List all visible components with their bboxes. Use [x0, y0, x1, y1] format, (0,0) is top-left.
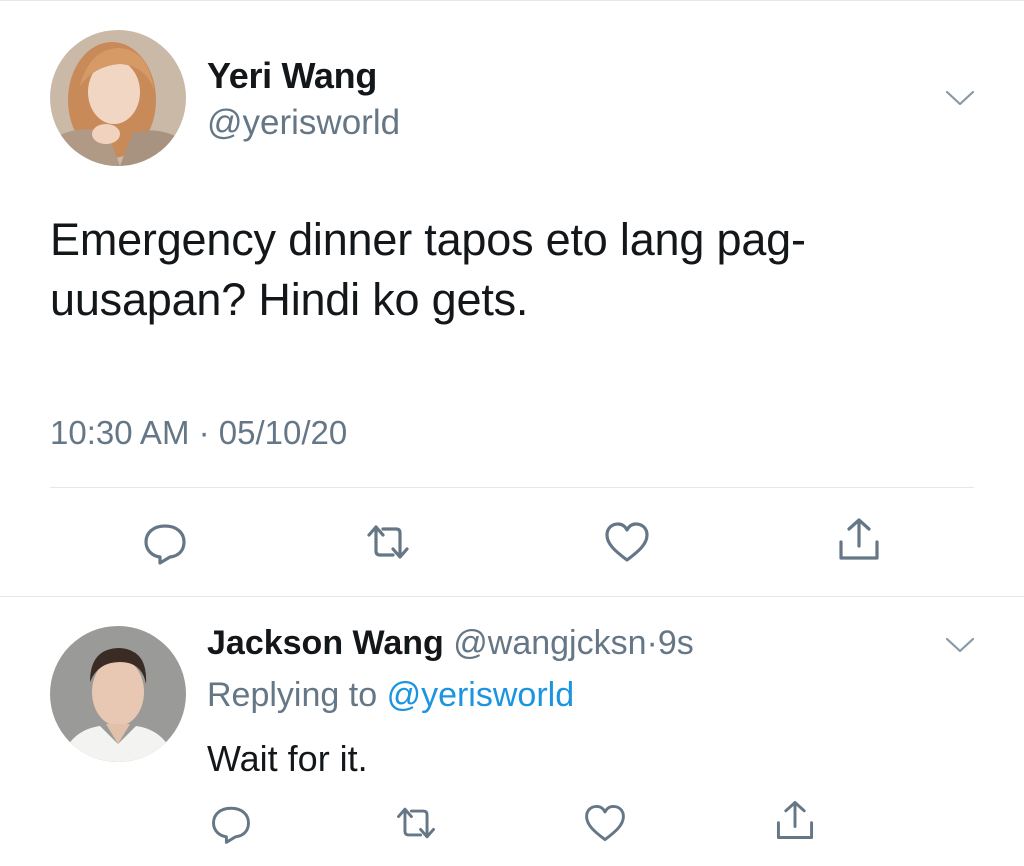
avatar-image [50, 626, 186, 762]
replying-to-mention[interactable]: @yerisworld [387, 676, 575, 714]
retweet-icon[interactable] [393, 800, 439, 846]
share-icon[interactable] [772, 797, 818, 843]
reply-tweet-text: Wait for it. [207, 738, 368, 779]
reply-author-avatar[interactable] [50, 626, 186, 762]
action-divider [50, 487, 974, 488]
top-divider [0, 0, 1024, 1]
like-icon[interactable] [602, 517, 652, 567]
reply-separator: · [646, 624, 658, 662]
retweet-icon[interactable] [363, 517, 413, 567]
author-avatar[interactable] [50, 30, 186, 166]
chevron-down-icon[interactable] [945, 89, 975, 107]
avatar-image [50, 30, 186, 166]
author-display-name[interactable]: Yeri Wang [207, 55, 377, 97]
chevron-down-icon[interactable] [945, 636, 975, 654]
like-icon[interactable] [582, 800, 628, 846]
replying-to-line: Replying to @yerisworld [207, 676, 574, 715]
replying-to-label: Replying to [207, 676, 378, 714]
reply-time[interactable]: 9s [658, 624, 694, 662]
reply-header: Jackson Wang @wangjcksn·9s [207, 624, 694, 663]
reply-author-handle[interactable]: @wangjcksn [453, 624, 646, 662]
reply-icon[interactable] [208, 800, 254, 846]
author-handle[interactable]: @yerisworld [207, 103, 400, 143]
tweet-timestamp[interactable]: 10:30 AM · 05/10/20 [50, 414, 347, 452]
reply-author-display-name[interactable]: Jackson Wang [207, 624, 444, 662]
reply-icon[interactable] [140, 517, 190, 567]
tweet-divider [0, 596, 1024, 597]
share-icon[interactable] [834, 514, 884, 564]
tweet-text: Emergency dinner tapos eto lang pag-uusa… [50, 214, 806, 325]
